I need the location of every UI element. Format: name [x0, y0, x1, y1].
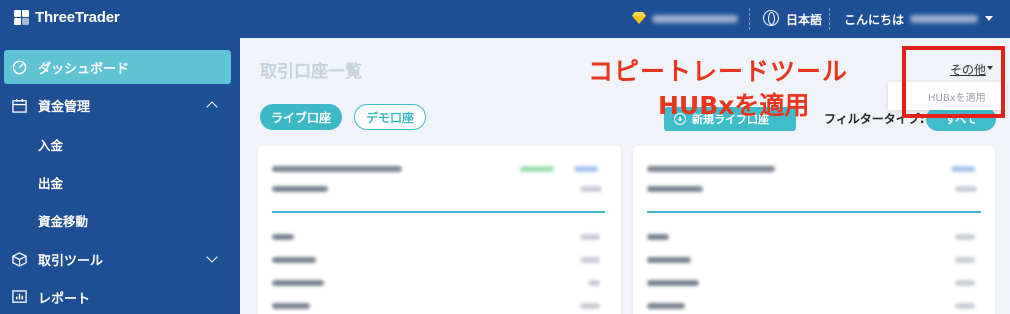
sidebar-item-dashboard[interactable]: ダッシュボード	[4, 50, 231, 84]
user-name[interactable]	[910, 15, 978, 23]
sidebar-item-trading-tools[interactable]: 取引ツール	[0, 242, 240, 276]
page-title: 取引口座一覧	[260, 62, 362, 82]
logo-icon	[14, 9, 30, 26]
card-field-label	[647, 257, 691, 263]
card-field-value	[588, 280, 600, 286]
sidebar: ダッシュボード 資金管理 入金 出金 資金移動 取引ツール レポート	[0, 38, 240, 314]
sidebar-item-deposit[interactable]: 入金	[0, 127, 240, 161]
card-field-value	[955, 280, 975, 286]
card-field-label	[647, 234, 669, 240]
annotation-title: コピートレードツール	[588, 57, 849, 86]
card-field-value	[580, 303, 600, 309]
account-balance-value	[580, 186, 602, 192]
brand-name: ThreeTrader	[35, 9, 120, 26]
card-field-value	[580, 257, 600, 263]
sidebar-item-label: 資金移動	[38, 213, 89, 229]
sidebar-item-label: 出金	[38, 175, 64, 191]
account-number	[647, 166, 775, 172]
report-icon	[12, 289, 27, 303]
sidebar-item-label: レポート	[38, 291, 91, 307]
sidebar-item-label: 取引ツール	[38, 253, 104, 269]
card-field-value	[955, 303, 975, 309]
divider	[829, 8, 830, 30]
sidebar-item-label: ダッシュボード	[38, 61, 130, 77]
sidebar-item-transfer[interactable]: 資金移動	[0, 203, 240, 237]
account-number	[272, 166, 402, 172]
account-balance-label	[272, 186, 328, 192]
highlight-box	[902, 46, 1005, 118]
sidebar-item-label: 資金管理	[38, 99, 91, 115]
annotation-subtitle: HUBxを適用	[658, 91, 810, 120]
sidebar-item-funds[interactable]: 資金管理	[0, 88, 240, 122]
card-divider	[647, 211, 981, 213]
chevron-up-icon	[206, 101, 218, 113]
calendar-icon	[12, 98, 27, 113]
sidebar-item-withdraw[interactable]: 出金	[0, 165, 240, 199]
card-field-label	[272, 257, 316, 263]
tab-demo-account[interactable]: デモ口座	[354, 104, 426, 130]
gauge-icon	[12, 60, 27, 74]
account-balance-label	[647, 186, 703, 192]
status-badge	[520, 166, 554, 172]
account-type-badge	[574, 166, 598, 172]
card-field-value	[955, 257, 975, 263]
sidebar-item-label: 入金	[38, 137, 64, 153]
globe-icon[interactable]	[763, 10, 779, 26]
tab-live-account[interactable]: ライブ口座	[260, 104, 342, 130]
card-field-label	[647, 303, 685, 309]
account-type-badge	[951, 166, 975, 172]
brand-logo[interactable]: ThreeTrader	[14, 9, 120, 26]
account-balance-value	[955, 186, 977, 192]
chevron-down-icon	[206, 251, 218, 263]
card-field-label	[272, 234, 294, 240]
card-field-label	[647, 280, 699, 286]
card-field-label	[272, 303, 310, 309]
sidebar-item-report[interactable]: レポート	[0, 280, 240, 314]
cube-icon	[12, 251, 27, 267]
diamond-icon	[632, 12, 646, 24]
account-tier-text	[652, 15, 738, 23]
divider	[749, 8, 750, 30]
greeting-text: こんにちは	[844, 13, 905, 27]
card-field-value	[955, 234, 975, 240]
card-divider	[272, 211, 605, 213]
account-card[interactable]	[258, 146, 621, 314]
language-selector[interactable]: 日本語	[786, 11, 822, 28]
account-card[interactable]	[633, 146, 995, 314]
chevron-down-icon[interactable]	[985, 16, 993, 21]
top-bar: ThreeTrader 日本語 こんにちは	[0, 0, 1010, 38]
card-field-value	[580, 234, 600, 240]
card-field-label	[272, 280, 324, 286]
